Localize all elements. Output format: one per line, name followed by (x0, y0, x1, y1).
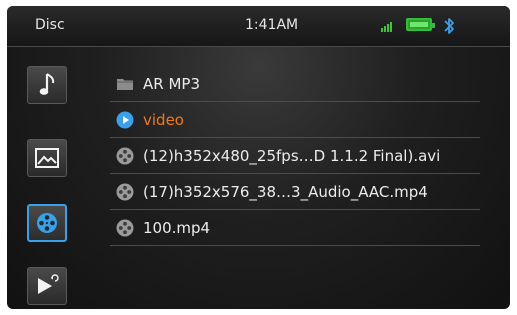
film-reel-icon (116, 147, 134, 165)
status-bar: Disc 1:41AM (7, 6, 510, 47)
bluetooth-icon (444, 18, 454, 34)
battery-icon (406, 18, 435, 31)
play-circle-icon (116, 111, 134, 129)
clock: 1:41AM (245, 17, 299, 33)
list-item[interactable]: AR MP3 (110, 66, 480, 102)
list-item-label: (12)h352x480_25fps…D 1.1.2 Final).avi (143, 147, 441, 165)
list-item[interactable]: 100.mp4 (110, 210, 480, 246)
film-reel-icon (116, 219, 134, 237)
list-item-label: 100.mp4 (143, 219, 211, 237)
sidebar-item-pictures[interactable] (27, 139, 67, 177)
screen: Disc 1:41AM AR MP3 video (12)h352x480_25… (7, 6, 510, 309)
signal-bars-icon (381, 20, 395, 32)
play-back-icon (38, 274, 59, 294)
list-item[interactable]: (12)h352x480_25fps…D 1.1.2 Final).avi (110, 138, 480, 174)
list-item-selected[interactable]: video (110, 102, 480, 138)
music-note-icon (39, 73, 55, 95)
sidebar-item-video[interactable] (27, 204, 67, 242)
folder-icon (117, 79, 133, 90)
source-label: Disc (35, 17, 65, 33)
film-reel-icon (116, 183, 134, 201)
list-item-label: (17)h352x576_38…3_Audio_AAC.mp4 (143, 183, 428, 201)
list-item-label: video (143, 111, 184, 129)
list-item[interactable]: (17)h352x576_38…3_Audio_AAC.mp4 (110, 174, 480, 210)
sidebar-item-music[interactable] (27, 66, 67, 104)
sidebar-item-playback[interactable] (27, 267, 67, 305)
picture-icon (35, 148, 59, 168)
list-item-label: AR MP3 (143, 75, 200, 93)
film-reel-icon (37, 213, 57, 233)
